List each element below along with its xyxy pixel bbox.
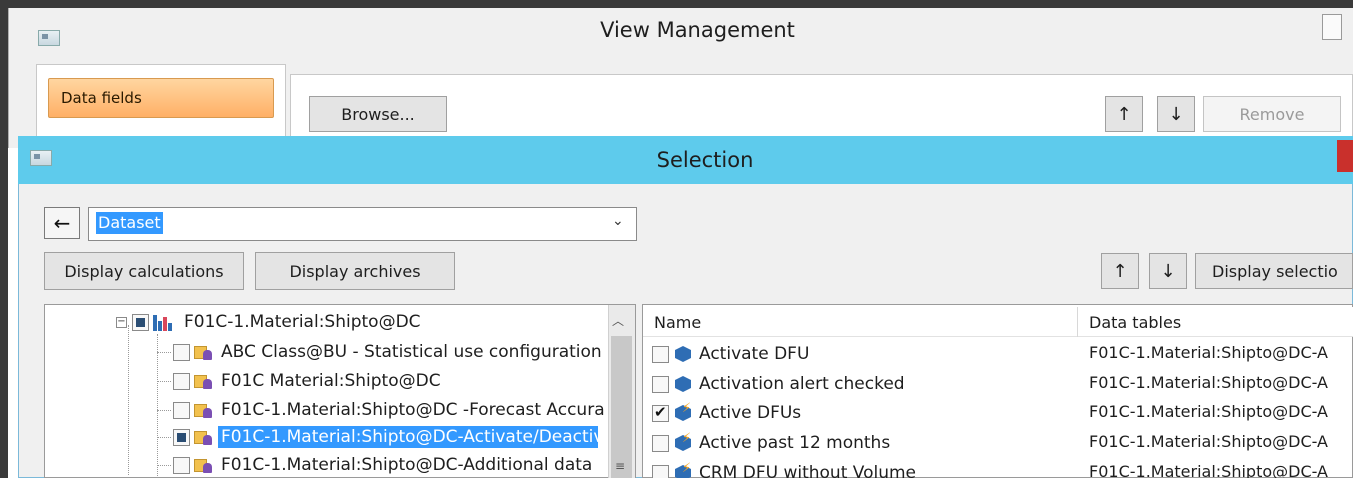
scroll-up-icon[interactable]: ︿ xyxy=(612,312,624,329)
row-checkbox[interactable] xyxy=(652,403,669,422)
tree-node-label: ABC Class@BU - Statistical use configura… xyxy=(221,342,602,362)
tree-checkbox[interactable] xyxy=(173,401,190,419)
browse-button[interactable]: Browse... xyxy=(309,96,447,132)
tree-node[interactable]: ABC Class@BU - Statistical use configura… xyxy=(173,337,605,367)
list-item[interactable]: ⚡ CRM DFU without Volume xyxy=(652,458,916,478)
tree-node-label: F01C-1.Material:Shipto@DC -Forecast Accu… xyxy=(221,400,605,420)
tree-node-root[interactable]: − F01C-1.Material:Shipto@DC xyxy=(116,307,424,337)
tree-connector xyxy=(157,381,171,382)
move-down-button[interactable]: ↓ xyxy=(1157,96,1195,132)
tree-checkbox[interactable] xyxy=(173,343,190,361)
tree-node-label: F01C-1.Material:Shipto@DC-Additional dat… xyxy=(221,455,593,475)
tree-node-label: F01C-1.Material:Shipto@DC-Activate/Deact… xyxy=(218,426,598,448)
field-name: Active past 12 months xyxy=(699,433,891,453)
move-up-button[interactable]: ↑ xyxy=(1105,96,1143,132)
dataset-combobox-value: Dataset xyxy=(96,212,163,234)
field-name: Activation alert checked xyxy=(699,374,905,394)
field-name: CRM DFU without Volume xyxy=(699,463,917,478)
dataset-icon xyxy=(194,402,212,418)
row-checkbox[interactable] xyxy=(652,345,669,363)
desktop-edge-left xyxy=(0,0,8,478)
dataset-icon xyxy=(194,429,212,445)
cube-icon xyxy=(673,374,693,394)
tree-scrollbar-thumb[interactable] xyxy=(611,336,632,478)
tree-checkbox[interactable] xyxy=(173,456,190,474)
list-header xyxy=(643,307,1353,337)
close-button[interactable] xyxy=(1337,140,1353,172)
dataset-combobox[interactable] xyxy=(88,207,637,241)
tree-node-label: F01C-1.Material:Shipto@DC xyxy=(184,312,421,332)
display-archives-button[interactable]: Display archives xyxy=(255,252,455,290)
calculated-cube-icon: ⚡ xyxy=(673,431,693,453)
list-item[interactable]: ⚡ Active past 12 months xyxy=(652,428,890,458)
row-checkbox[interactable] xyxy=(652,464,669,478)
field-data-table: F01C-1.Material:Shipto@DC-A xyxy=(1089,373,1328,392)
chart-icon xyxy=(153,313,173,331)
field-data-table: F01C-1.Material:Shipto@DC-A xyxy=(1089,432,1328,451)
dataset-icon xyxy=(194,344,212,360)
row-checkbox[interactable] xyxy=(652,434,669,452)
tree-connector xyxy=(157,410,171,411)
list-item[interactable]: ⚡ Active DFUs xyxy=(652,398,801,428)
view-management-window-control[interactable] xyxy=(1322,14,1342,40)
field-data-table: F01C-1.Material:Shipto@DC-A xyxy=(1089,462,1328,478)
field-name: Active DFUs xyxy=(699,403,802,423)
column-divider[interactable] xyxy=(1077,307,1078,337)
remove-button[interactable]: Remove xyxy=(1203,96,1341,132)
tree-node[interactable]: F01C-1.Material:Shipto@DC -Forecast Accu… xyxy=(173,395,608,425)
tree-connector xyxy=(128,325,129,475)
dataset-icon xyxy=(194,373,212,389)
dataset-icon xyxy=(194,457,212,473)
calculated-cube-icon: ⚡ xyxy=(673,401,693,423)
list-item[interactable]: Activation alert checked xyxy=(652,369,905,399)
view-management-title: View Management xyxy=(600,18,795,42)
field-data-table: F01C-1.Material:Shipto@DC-A xyxy=(1089,343,1328,362)
tree-node[interactable]: F01C-1.Material:Shipto@DC-Additional dat… xyxy=(173,450,595,478)
selection-title: Selection xyxy=(656,148,754,172)
tree-node[interactable]: F01C Material:Shipto@DC xyxy=(173,366,444,396)
desktop-edge xyxy=(0,0,1353,8)
field-name: Activate DFU xyxy=(699,344,810,364)
tree-connector xyxy=(157,465,171,466)
column-header-name[interactable]: Name xyxy=(654,313,701,332)
tree-node-selected[interactable]: F01C-1.Material:Shipto@DC-Activate/Deact… xyxy=(173,422,598,452)
move-down-button[interactable]: ↓ xyxy=(1149,253,1187,289)
back-button[interactable]: ← xyxy=(44,207,80,239)
screen: View Management Data fields Browse... ↑ … xyxy=(0,0,1353,478)
cube-icon xyxy=(673,344,693,364)
display-calculations-button[interactable]: Display calculations xyxy=(44,252,244,290)
tree-connector xyxy=(157,334,158,478)
tree-connector xyxy=(157,352,171,353)
row-checkbox[interactable] xyxy=(652,375,669,393)
calculated-cube-icon: ⚡ xyxy=(673,461,693,478)
tree-checkbox[interactable] xyxy=(173,372,190,390)
tree-checkbox[interactable] xyxy=(173,428,190,446)
tree-checkbox[interactable] xyxy=(132,313,149,331)
display-selection-button[interactable]: Display selectio xyxy=(1195,253,1353,289)
column-header-data-tables[interactable]: Data tables xyxy=(1089,313,1181,332)
tree-node-label: F01C Material:Shipto@DC xyxy=(221,371,441,391)
collapse-icon[interactable]: − xyxy=(116,316,127,328)
sidebar-item-data-fields[interactable]: Data fields xyxy=(48,78,274,118)
tree-connector xyxy=(157,437,171,438)
field-data-table: F01C-1.Material:Shipto@DC-A xyxy=(1089,402,1328,421)
grip-icon: ≡ xyxy=(615,459,626,473)
list-item[interactable]: Activate DFU xyxy=(652,339,809,369)
chevron-down-icon[interactable]: ⌄ xyxy=(612,213,624,229)
move-up-button[interactable]: ↑ xyxy=(1101,253,1139,289)
